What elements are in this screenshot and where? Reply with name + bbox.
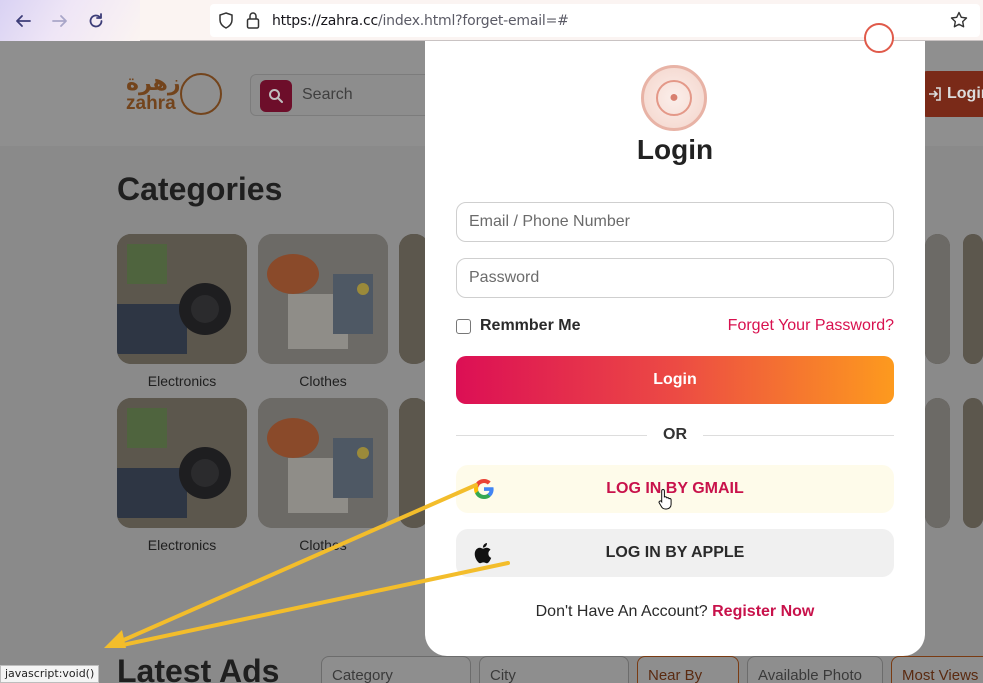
modal-logo: ● — [641, 65, 707, 131]
search-icon — [269, 89, 283, 103]
near-by-filter[interactable]: Near By — [637, 656, 739, 683]
status-bar-link: javascript:void() — [0, 665, 100, 683]
category-filter-select[interactable]: Category — [321, 656, 471, 683]
lock-icon[interactable] — [246, 11, 260, 34]
search-button[interactable] — [260, 80, 292, 112]
remember-checkbox[interactable] — [456, 318, 471, 334]
partial-card-image — [925, 234, 950, 364]
reload-icon[interactable] — [85, 10, 107, 32]
header-login-label: Login — [947, 85, 983, 102]
forgot-password-link[interactable]: Forget Your Password? — [728, 317, 894, 335]
category-card-partial-right-2[interactable] — [925, 398, 950, 528]
login-arrow-icon — [929, 87, 941, 101]
category-card-electronics[interactable] — [117, 234, 247, 364]
category-label: Electronics — [147, 373, 217, 389]
login-gmail-button[interactable]: LOG IN BY GMAIL — [456, 465, 894, 513]
register-row: Don't Have An Account? Register Now — [425, 603, 925, 621]
password-field[interactable] — [456, 258, 894, 298]
category-card-clothes[interactable] — [258, 398, 388, 528]
category-label: Clothes — [299, 537, 347, 553]
handshake-icon: ● — [656, 80, 692, 116]
logo-english-text: zahra — [126, 93, 176, 114]
partial-card-image — [963, 234, 983, 364]
search-input[interactable]: Search — [302, 86, 353, 104]
partial-card-image — [963, 398, 983, 528]
city-filter-select[interactable]: City — [479, 656, 629, 683]
header-login-button[interactable]: Login — [921, 71, 983, 117]
no-account-text: Don't Have An Account? — [535, 603, 708, 620]
category-card-electronics[interactable] — [117, 398, 247, 528]
site-logo[interactable]: زهرة zahra — [126, 71, 226, 117]
login-button[interactable]: Login — [456, 356, 894, 404]
clothes-image — [258, 234, 388, 364]
or-divider: OR — [456, 423, 894, 447]
gmail-button-label: LOG IN BY GMAIL — [606, 480, 744, 497]
url-host: https://zahra.cc — [272, 12, 378, 29]
divider-line — [456, 434, 647, 436]
category-card-partial-right[interactable] — [963, 398, 983, 528]
available-photo-filter[interactable]: Available Photo — [747, 656, 883, 683]
back-icon[interactable] — [12, 10, 34, 32]
remember-me[interactable]: Remmber Me — [456, 317, 580, 335]
headphones-image — [117, 234, 247, 364]
search-bar[interactable]: Search — [250, 74, 440, 116]
hand-cursor-icon — [658, 488, 672, 510]
url-path: /index.html?forget-email=# — [377, 12, 569, 29]
category-card-partial-right-2[interactable] — [925, 234, 950, 364]
bookmark-star-icon[interactable] — [950, 11, 968, 34]
divider-line — [703, 434, 894, 436]
category-label: Clothes — [299, 373, 347, 389]
category-label: Electronics — [147, 537, 217, 553]
or-text: OR — [663, 426, 687, 443]
shield-icon[interactable] — [218, 12, 234, 34]
category-card-clothes[interactable] — [258, 234, 388, 364]
logo-seal-icon — [180, 73, 222, 115]
google-icon — [472, 477, 496, 501]
latest-ads-title: Latest Ads — [117, 653, 280, 683]
partial-card-image — [925, 398, 950, 528]
categories-title: Categories — [117, 171, 283, 207]
url-text[interactable]: https://zahra.cc/index.html?forget-email… — [272, 13, 569, 29]
most-views-filter[interactable]: Most Views — [891, 656, 983, 683]
forward-icon[interactable] — [49, 10, 71, 32]
register-link[interactable]: Register Now — [712, 603, 814, 620]
headphones-image — [117, 398, 247, 528]
clothes-image — [258, 398, 388, 528]
login-apple-button[interactable]: LOG IN BY APPLE — [456, 529, 894, 577]
category-card-partial-right[interactable] — [963, 234, 983, 364]
browser-toolbar: https://zahra.cc/index.html?forget-email… — [0, 0, 983, 41]
apple-icon — [472, 541, 496, 565]
remember-label: Remmber Me — [480, 317, 581, 334]
email-field[interactable] — [456, 202, 894, 242]
close-icon[interactable] — [864, 23, 894, 53]
apple-button-label: LOG IN BY APPLE — [605, 544, 745, 561]
modal-title: Login — [636, 134, 714, 165]
login-modal: ● Login Remmber Me Forget Your Password?… — [425, 23, 925, 656]
